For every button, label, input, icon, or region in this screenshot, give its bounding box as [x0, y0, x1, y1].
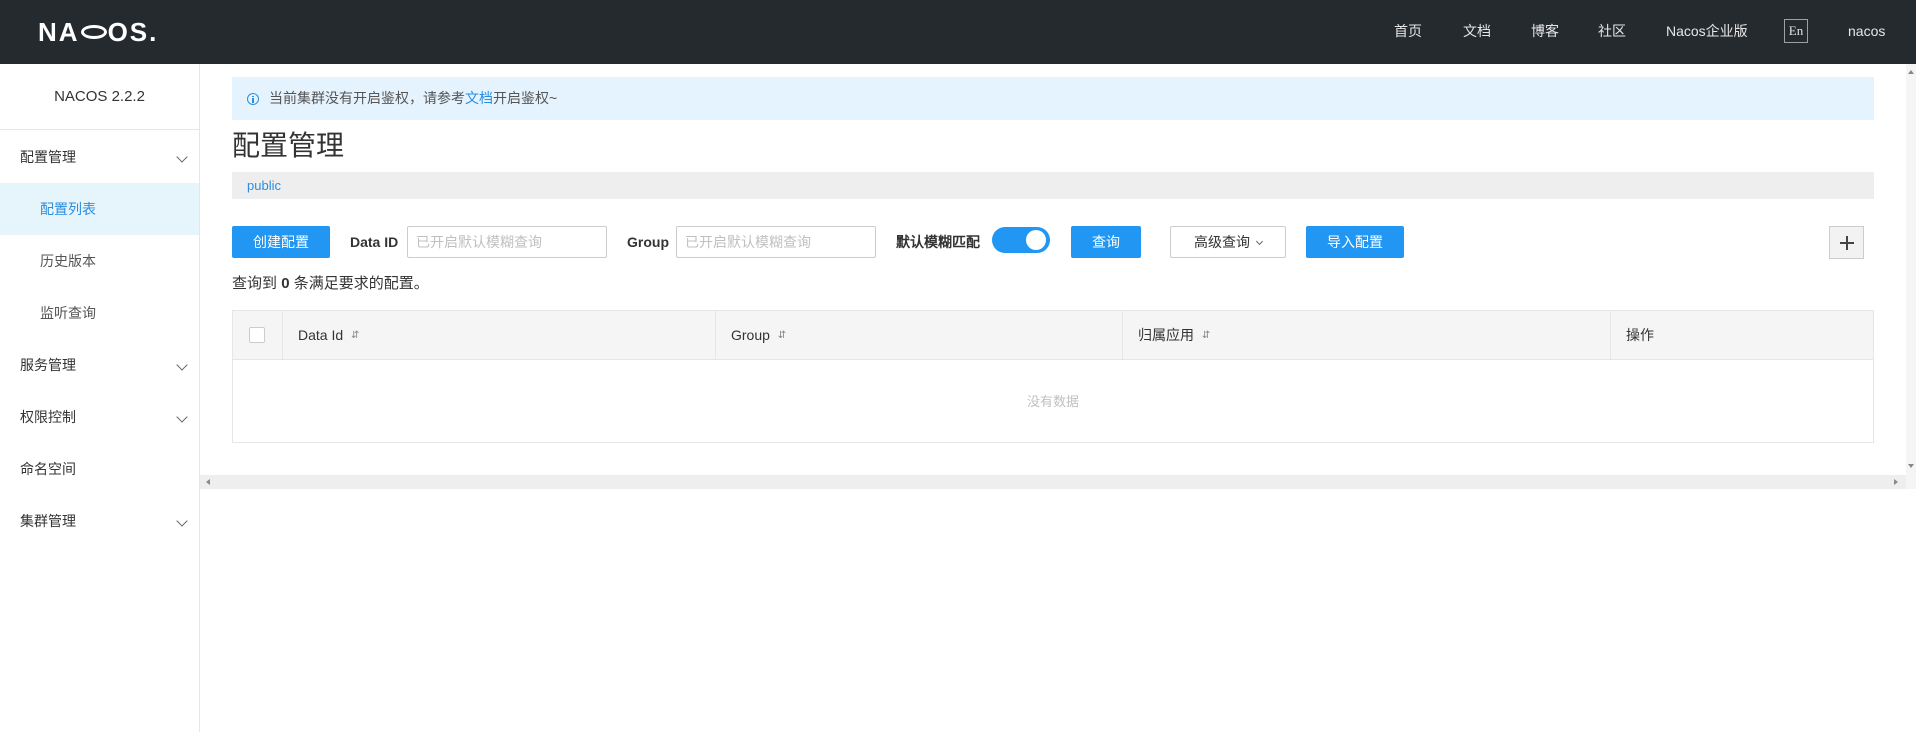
sidebar-item-label: 集群管理 [20, 513, 76, 529]
sidebar-item-history[interactable]: 历史版本 [0, 235, 199, 287]
info-icon [247, 93, 259, 105]
group-search-input[interactable] [676, 226, 876, 258]
toggle-knob [1026, 230, 1046, 250]
user-name[interactable]: nacos [1848, 0, 1885, 64]
sidebar: NACOS 2.2.2 配置管理 配置列表 历史版本 监听查询 服务管理 权限控… [0, 64, 200, 732]
docs-link[interactable]: 文档 [465, 90, 493, 106]
result-count: 0 [281, 275, 290, 292]
column-data-id[interactable]: Data Id ⇵ [283, 311, 716, 360]
sort-icon[interactable]: ⇵ [1202, 311, 1210, 360]
sidebar-item-access-control[interactable]: 权限控制 [0, 391, 199, 443]
sidebar-item-namespace[interactable]: 命名空间 [0, 443, 199, 495]
nav-home[interactable]: 首页 [1394, 0, 1422, 64]
dataid-label: Data ID [350, 234, 399, 250]
sort-icon[interactable]: ⇵ [351, 311, 359, 360]
chevron-down-icon [176, 151, 188, 163]
namespace-public-link[interactable]: public [247, 178, 281, 193]
column-actions: 操作 [1626, 327, 1654, 343]
scroll-up-icon[interactable] [1908, 70, 1914, 74]
version-label: NACOS 2.2.2 [0, 64, 199, 130]
fuzzy-match-toggle[interactable] [992, 227, 1050, 253]
sidebar-item-label: 历史版本 [40, 253, 96, 269]
advanced-query-label: 高级查询 [1194, 234, 1250, 250]
chevron-down-icon [176, 359, 188, 371]
sidebar-item-cluster-management[interactable]: 集群管理 [0, 495, 199, 547]
sidebar-item-config-list[interactable]: 配置列表 [0, 183, 199, 235]
sidebar-item-service-management[interactable]: 服务管理 [0, 339, 199, 391]
sidebar-item-label: 服务管理 [20, 357, 76, 373]
language-switch-button[interactable]: En [1784, 19, 1808, 43]
import-config-button[interactable]: 导入配置 [1306, 226, 1404, 258]
sidebar-item-label: 权限控制 [20, 409, 76, 425]
chevron-down-icon [176, 515, 188, 527]
nav-enterprise[interactable]: Nacos企业版 [1666, 0, 1748, 64]
sidebar-item-label: 命名空间 [20, 461, 76, 477]
query-result-summary: 查询到 0 条满足要求的配置。 [232, 275, 429, 292]
nav-docs[interactable]: 文档 [1463, 0, 1491, 64]
scroll-right-icon[interactable] [1894, 479, 1898, 485]
nav-community[interactable]: 社区 [1598, 0, 1626, 64]
page-title: 配置管理 [232, 130, 345, 161]
nav-blog[interactable]: 博客 [1531, 0, 1559, 64]
fuzzy-match-label: 默认模糊匹配 [896, 234, 980, 250]
group-label: Group [627, 234, 669, 250]
sidebar-item-listener-query[interactable]: 监听查询 [0, 287, 199, 339]
namespace-bar: public [232, 172, 1874, 199]
horizontal-scrollbar[interactable] [200, 475, 1906, 489]
scroll-left-icon[interactable] [206, 479, 210, 485]
add-plus-button[interactable] [1829, 226, 1864, 259]
alert-message: 当前集群没有开启鉴权，请参考文档开启鉴权~ [269, 90, 558, 106]
nacos-logo[interactable]: NA OS. [38, 17, 158, 48]
chevron-down-icon [1255, 237, 1264, 246]
select-all-checkbox[interactable] [249, 327, 265, 343]
config-table: Data Id ⇵ Group ⇵ 归属应用 ⇵ 操作 没有数据 [232, 310, 1874, 443]
vertical-scrollbar[interactable] [1906, 64, 1916, 489]
select-all-cell [233, 311, 283, 360]
scroll-down-icon[interactable] [1908, 464, 1914, 468]
sidebar-item-label: 配置列表 [40, 201, 96, 217]
query-button[interactable]: 查询 [1071, 226, 1141, 258]
dataid-search-input[interactable] [407, 226, 607, 258]
column-app[interactable]: 归属应用 ⇵ [1123, 311, 1611, 360]
chevron-down-icon [176, 411, 188, 423]
top-navbar: NA OS. 首页 文档 博客 社区 Nacos企业版 En nacos [0, 0, 1916, 64]
sidebar-item-config-management[interactable]: 配置管理 [0, 131, 199, 183]
sort-icon[interactable]: ⇵ [778, 311, 786, 360]
table-header: Data Id ⇵ Group ⇵ 归属应用 ⇵ 操作 [233, 311, 1873, 360]
advanced-query-dropdown[interactable]: 高级查询 [1170, 226, 1286, 258]
sidebar-item-label: 配置管理 [20, 149, 76, 165]
empty-state: 没有数据 [1026, 394, 1079, 409]
auth-warning-alert: 当前集群没有开启鉴权，请参考文档开启鉴权~ [232, 77, 1874, 120]
sidebar-item-label: 监听查询 [40, 305, 96, 321]
create-config-button[interactable]: 创建配置 [232, 226, 330, 258]
column-group[interactable]: Group ⇵ [716, 311, 1123, 360]
